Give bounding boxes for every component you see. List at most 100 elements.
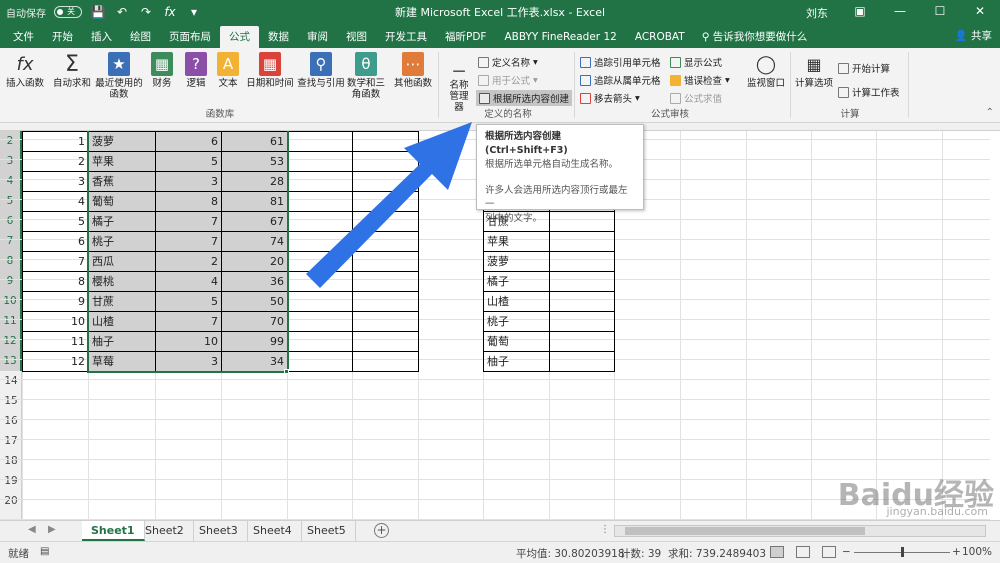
table-cell[interactable]: 柚子 xyxy=(88,331,156,352)
table-cell[interactable]: 5 xyxy=(22,211,89,232)
table-cell[interactable]: 99 xyxy=(221,331,288,352)
table-cell[interactable]: 6 xyxy=(22,231,89,252)
table-cell[interactable]: 61 xyxy=(221,131,288,152)
table-cell[interactable] xyxy=(549,351,615,372)
table-cell[interactable] xyxy=(287,331,353,352)
row-number[interactable]: 17 xyxy=(0,431,22,451)
table-cell[interactable]: 36 xyxy=(221,271,288,292)
share-button[interactable]: 👤 共享 xyxy=(955,28,992,43)
tab-foxit-pdf[interactable]: 福昕PDF xyxy=(436,26,495,48)
sheet-tab-sheet4[interactable]: Sheet4 xyxy=(244,521,302,541)
table-cell[interactable]: 5 xyxy=(155,291,222,312)
table-cell[interactable] xyxy=(352,311,419,332)
evaluate-formula-button[interactable]: 公式求值 xyxy=(670,90,722,106)
calculate-now-button[interactable]: 开始计算 xyxy=(838,60,890,76)
horizontal-scrollbar[interactable] xyxy=(614,525,986,537)
calculate-sheet-button[interactable]: 计算工作表 xyxy=(838,84,900,100)
table-cell[interactable] xyxy=(352,351,419,372)
tab-review[interactable]: 审阅 xyxy=(298,26,337,48)
watch-window-button[interactable]: ◯ 监视窗口 xyxy=(744,52,788,89)
table-cell[interactable]: 53 xyxy=(221,151,288,172)
zoom-in-icon[interactable]: + xyxy=(952,546,961,558)
prev-sheet-icon[interactable]: ◀ xyxy=(28,524,36,535)
row-number[interactable]: 9 xyxy=(0,271,22,291)
more-functions-button[interactable]: ⋯ 其他函数 xyxy=(392,52,434,89)
table-cell[interactable]: 1 xyxy=(22,131,89,152)
row-number[interactable]: 19 xyxy=(0,471,22,491)
table-cell[interactable]: 9 xyxy=(22,291,89,312)
trace-precedents-button[interactable]: 追踪引用单元格 xyxy=(580,54,661,70)
maximize-icon[interactable]: ☐ xyxy=(920,0,960,24)
macro-record-icon[interactable]: ▤ xyxy=(40,546,49,557)
error-checking-button[interactable]: 错误检查 ▾ xyxy=(670,72,730,88)
table-cell[interactable] xyxy=(287,311,353,332)
sheet-tab-sheet2[interactable]: Sheet2 xyxy=(136,521,194,541)
table-cell[interactable]: 7 xyxy=(155,211,222,232)
lookup-reference-button[interactable]: ⚲ 查找与引用 xyxy=(296,52,346,89)
table-cell[interactable]: 橘子 xyxy=(88,211,156,232)
table-cell[interactable]: 甘蔗 xyxy=(88,291,156,312)
table-cell[interactable] xyxy=(549,331,615,352)
tell-me-box[interactable]: ⚲ 告诉我你想要做什么 xyxy=(702,26,808,48)
table-cell[interactable] xyxy=(549,271,615,292)
tab-data[interactable]: 数据 xyxy=(259,26,298,48)
table-cell[interactable] xyxy=(352,331,419,352)
list-item[interactable]: 苹果 xyxy=(483,231,550,252)
use-in-formula-button[interactable]: 用于公式 ▾ xyxy=(478,72,538,88)
scrollbar-thumb[interactable] xyxy=(625,527,865,535)
define-name-button[interactable]: 定义名称 ▾ xyxy=(478,54,538,70)
math-trig-button[interactable]: θ 数学和三角函数 xyxy=(346,52,386,100)
row-number[interactable]: 2 xyxy=(0,131,22,151)
zoom-out-icon[interactable]: − xyxy=(842,546,851,558)
table-cell[interactable]: 67 xyxy=(221,211,288,232)
customize-qat-icon[interactable]: ▾ xyxy=(186,5,202,19)
row-number[interactable]: 18 xyxy=(0,451,22,471)
table-cell[interactable] xyxy=(549,311,615,332)
list-item[interactable]: 柚子 xyxy=(483,351,550,372)
row-number[interactable]: 15 xyxy=(0,391,22,411)
table-cell[interactable]: 3 xyxy=(22,171,89,192)
row-number[interactable]: 16 xyxy=(0,411,22,431)
table-cell[interactable]: 西瓜 xyxy=(88,251,156,272)
list-item[interactable]: 橘子 xyxy=(483,271,550,292)
page-break-view-icon[interactable] xyxy=(822,546,836,558)
list-item[interactable]: 葡萄 xyxy=(483,331,550,352)
row-number[interactable]: 10 xyxy=(0,291,22,311)
table-cell[interactable]: 28 xyxy=(221,171,288,192)
tab-insert[interactable]: 插入 xyxy=(82,26,121,48)
add-sheet-icon[interactable]: + xyxy=(374,523,389,538)
ribbon-display-icon[interactable]: ▣ xyxy=(840,0,880,24)
save-icon[interactable]: 💾 xyxy=(90,5,106,19)
tab-developer[interactable]: 开发工具 xyxy=(376,26,436,48)
list-item[interactable]: 桃子 xyxy=(483,311,550,332)
tab-abbyy[interactable]: ABBYY FineReader 12 xyxy=(495,26,625,48)
row-number[interactable]: 20 xyxy=(0,491,22,511)
row-number[interactable]: 7 xyxy=(0,231,22,251)
table-cell[interactable]: 3 xyxy=(155,171,222,192)
tab-split-icon[interactable]: ⋮ xyxy=(600,524,610,535)
tab-home[interactable]: 开始 xyxy=(43,26,82,48)
table-cell[interactable]: 7 xyxy=(155,311,222,332)
table-cell[interactable]: 苹果 xyxy=(88,151,156,172)
table-cell[interactable]: 5 xyxy=(155,151,222,172)
fill-handle[interactable] xyxy=(284,369,289,374)
tab-page-layout[interactable]: 页面布局 xyxy=(160,26,220,48)
date-time-button[interactable]: ▦ 日期和时间 xyxy=(244,52,296,89)
table-cell[interactable]: 桃子 xyxy=(88,231,156,252)
table-cell[interactable]: 10 xyxy=(22,311,89,332)
table-cell[interactable] xyxy=(549,251,615,272)
tab-file[interactable]: 文件 xyxy=(4,26,43,48)
row-number[interactable]: 5 xyxy=(0,191,22,211)
table-cell[interactable]: 81 xyxy=(221,191,288,212)
redo-icon[interactable]: ↷ xyxy=(138,5,154,19)
sheet-tab-sheet3[interactable]: Sheet3 xyxy=(190,521,248,541)
remove-arrows-button[interactable]: 移去箭头 ▾ xyxy=(580,90,640,106)
table-cell[interactable]: 12 xyxy=(22,351,89,372)
row-number[interactable]: 4 xyxy=(0,171,22,191)
table-cell[interactable]: 樱桃 xyxy=(88,271,156,292)
close-icon[interactable]: ✕ xyxy=(960,0,1000,24)
table-cell[interactable]: 10 xyxy=(155,331,222,352)
insert-function-button[interactable]: fx 插入函数 xyxy=(4,52,46,89)
recent-functions-button[interactable]: ★ 最近使用的函数 xyxy=(94,52,144,100)
calculation-options-button[interactable]: ▦ 计算选项 xyxy=(794,52,834,89)
